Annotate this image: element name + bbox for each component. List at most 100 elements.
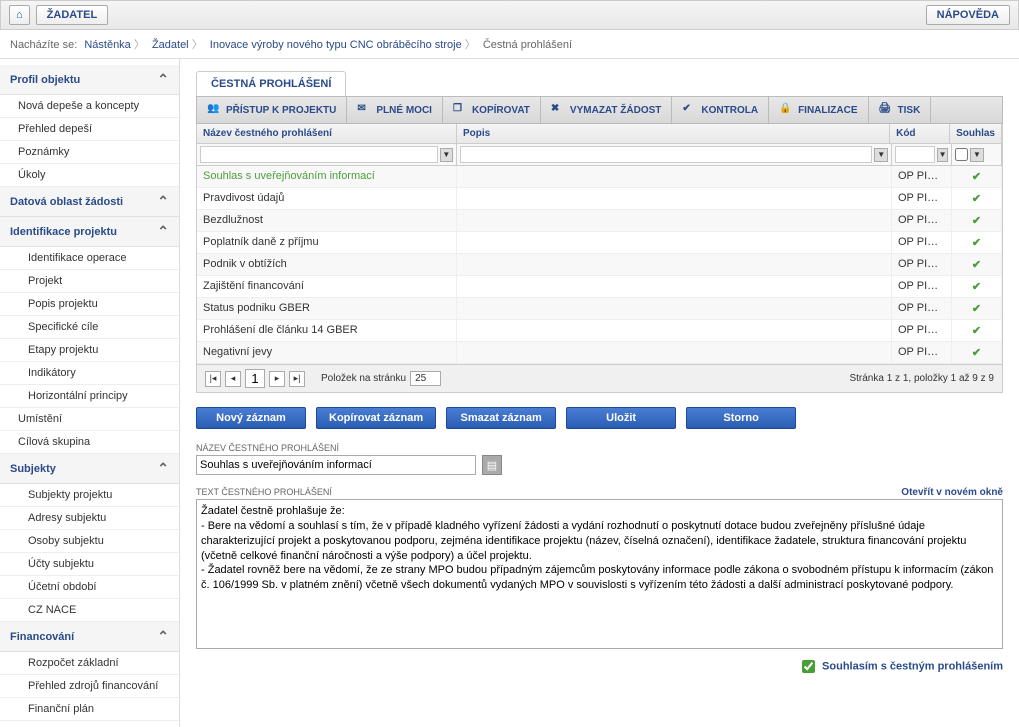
tab-declarations[interactable]: ČESTNÁ PROHLÁŠENÍ bbox=[196, 71, 346, 96]
sidebar-item-tasks[interactable]: Úkoly bbox=[0, 164, 179, 187]
sidebar-item-operation-id[interactable]: Identifikace operace bbox=[0, 247, 179, 270]
save-button[interactable]: Uložit bbox=[566, 407, 676, 429]
declarations-grid: Název čestného prohlášení Popis Kód Souh… bbox=[196, 124, 1003, 393]
cell-agree: ✔ bbox=[952, 320, 1002, 341]
table-row[interactable]: Negativní jevyOP PIK_IN...✔ bbox=[197, 342, 1002, 364]
sidebar-section-financing[interactable]: Financování⌃ bbox=[0, 622, 179, 652]
check-icon: ✔ bbox=[972, 215, 981, 227]
table-row[interactable]: Status podniku GBEROP PIK_IN...✔ bbox=[197, 298, 1002, 320]
cell-desc bbox=[457, 254, 892, 275]
sidebar-item-addresses[interactable]: Adresy subjektu bbox=[0, 507, 179, 530]
sidebar-item-indicators[interactable]: Indikátory bbox=[0, 362, 179, 385]
table-row[interactable]: BezdlužnostOP PIK_IN...✔ bbox=[197, 210, 1002, 232]
pager-prev-button[interactable]: ◂ bbox=[225, 371, 241, 387]
declaration-text-area[interactable] bbox=[196, 499, 1003, 649]
sidebar-item-budget[interactable]: Rozpočet základní bbox=[0, 652, 179, 675]
sidebar-item-accounts[interactable]: Účty subjektu bbox=[0, 553, 179, 576]
home-button[interactable]: ⌂ bbox=[9, 5, 30, 25]
toolbar-check-button[interactable]: ✔KONTROLA bbox=[672, 97, 769, 123]
breadcrumb-item[interactable]: Inovace výroby nového typu CNC obráběcíh… bbox=[210, 39, 462, 51]
pager-page-input[interactable] bbox=[245, 369, 265, 388]
text-field-label: TEXT ČESTNÉHO PROHLÁŠENÍ bbox=[196, 487, 332, 497]
sidebar-item-project-subjects[interactable]: Subjekty projektu bbox=[0, 484, 179, 507]
filter-icon[interactable]: ▼ bbox=[970, 148, 984, 162]
check-icon: ✔ bbox=[972, 281, 981, 293]
pager-summary: Stránka 1 z 1, položky 1 až 9 z 9 bbox=[849, 373, 994, 384]
sidebar-section-subjects[interactable]: Subjekty⌃ bbox=[0, 454, 179, 484]
col-header-desc[interactable]: Popis bbox=[457, 124, 890, 143]
envelope-icon: ✉ bbox=[357, 103, 371, 117]
sidebar-item-location[interactable]: Umístění bbox=[0, 408, 179, 431]
toolbar-print-button[interactable]: 🖨TISK bbox=[869, 97, 932, 123]
col-header-name[interactable]: Název čestného prohlášení bbox=[197, 124, 457, 143]
sidebar-item-horizontal[interactable]: Horizontální principy bbox=[0, 385, 179, 408]
table-row[interactable]: Souhlas s uveřejňováním informacíOP PIK_… bbox=[197, 166, 1002, 188]
sidebar-item-persons[interactable]: Osoby subjektu bbox=[0, 530, 179, 553]
sidebar-item-new-message[interactable]: Nová depeše a koncepty bbox=[0, 95, 179, 118]
filter-icon[interactable]: ▼ bbox=[440, 148, 453, 162]
breadcrumb-sep: 〉 bbox=[192, 39, 203, 51]
table-row[interactable]: Podnik v obtížíchOP PIK_IN...✔ bbox=[197, 254, 1002, 276]
filter-icon[interactable]: ▼ bbox=[874, 148, 888, 162]
cancel-button[interactable]: Storno bbox=[686, 407, 796, 429]
pager-last-button[interactable]: ▸| bbox=[289, 371, 305, 387]
breadcrumb-item[interactable]: Žadatel bbox=[152, 39, 189, 51]
topbar: ⌂ ŽADATEL NÁPOVĚDA bbox=[0, 0, 1019, 30]
sidebar-section-identification[interactable]: Identifikace projektu⌃ bbox=[0, 217, 179, 247]
filter-name-input[interactable] bbox=[200, 146, 438, 163]
open-new-window-link[interactable]: Otevřít v novém okně bbox=[901, 487, 1003, 498]
applicant-button[interactable]: ŽADATEL bbox=[36, 5, 109, 25]
cell-agree: ✔ bbox=[952, 276, 1002, 297]
copy-record-button[interactable]: Kopírovat záznam bbox=[316, 407, 436, 429]
breadcrumb-item[interactable]: Nástěnka bbox=[84, 39, 130, 51]
per-page-select[interactable]: 25 bbox=[410, 371, 441, 386]
cell-desc bbox=[457, 342, 892, 363]
chevron-up-icon: ⌃ bbox=[157, 71, 169, 88]
new-record-button[interactable]: Nový záznam bbox=[196, 407, 306, 429]
cell-name: Bezdlužnost bbox=[197, 210, 457, 231]
agree-checkbox[interactable] bbox=[802, 660, 815, 673]
sidebar-item-financial-plan[interactable]: Finanční plán bbox=[0, 698, 179, 721]
check-icon: ✔ bbox=[682, 103, 696, 117]
sidebar-item-cznace[interactable]: CZ NACE bbox=[0, 599, 179, 622]
cell-code: OP PIK_IN... bbox=[892, 298, 952, 319]
col-header-agree[interactable]: Souhlas bbox=[950, 124, 1002, 143]
sidebar-item-notes[interactable]: Poznámky bbox=[0, 141, 179, 164]
toolbar-proxy-button[interactable]: ✉PLNÉ MOCI bbox=[347, 97, 443, 123]
help-button[interactable]: NÁPOVĚDA bbox=[926, 5, 1010, 25]
toolbar-finalize-button[interactable]: 🔒FINALIZACE bbox=[769, 97, 868, 123]
toolbar-delete-button[interactable]: ✖VYMAZAT ŽÁDOST bbox=[541, 97, 672, 123]
filter-agree-checkbox[interactable] bbox=[955, 148, 968, 161]
table-row[interactable]: Prohlášení dle článku 14 GBEROP PIK_IN..… bbox=[197, 320, 1002, 342]
filter-icon[interactable]: ▼ bbox=[937, 148, 948, 162]
table-row[interactable]: Poplatník daně z příjmuOP PIK_IN...✔ bbox=[197, 232, 1002, 254]
check-icon: ✔ bbox=[972, 347, 981, 359]
lock-icon: 🔒 bbox=[779, 103, 793, 117]
sidebar-item-project[interactable]: Projekt bbox=[0, 270, 179, 293]
sidebar-section-profile[interactable]: Profil objektu⌃ bbox=[0, 65, 179, 95]
sidebar-item-financing-sources[interactable]: Přehled zdrojů financování bbox=[0, 675, 179, 698]
sidebar-item-accounting-period[interactable]: Účetní období bbox=[0, 576, 179, 599]
toolbar-access-button[interactable]: 👥PŘÍSTUP K PROJEKTU bbox=[197, 97, 347, 123]
sidebar-item-target-group[interactable]: Cílová skupina bbox=[0, 431, 179, 454]
toolbar-copy-button[interactable]: ❐KOPÍROVAT bbox=[443, 97, 541, 123]
declaration-name-input[interactable] bbox=[196, 455, 476, 475]
filter-code-input[interactable] bbox=[895, 146, 935, 163]
picker-button[interactable]: ▤ bbox=[482, 455, 502, 475]
sidebar-section-data-area[interactable]: Datová oblast žádosti⌃ bbox=[0, 187, 179, 217]
breadcrumb: Nacházíte se: Nástěnka 〉 Žadatel 〉 Inova… bbox=[0, 30, 1019, 59]
filter-desc-input[interactable] bbox=[460, 146, 872, 163]
sidebar-item-specific-goals[interactable]: Specifické cíle bbox=[0, 316, 179, 339]
breadcrumb-sep: 〉 bbox=[465, 39, 476, 51]
sidebar-item-stages[interactable]: Etapy projektu bbox=[0, 339, 179, 362]
cell-name: Zajištění financování bbox=[197, 276, 457, 297]
delete-record-button[interactable]: Smazat záznam bbox=[446, 407, 556, 429]
sidebar-item-project-desc[interactable]: Popis projektu bbox=[0, 293, 179, 316]
col-header-code[interactable]: Kód bbox=[890, 124, 950, 143]
table-row[interactable]: Zajištění financováníOP PIK_IN...✔ bbox=[197, 276, 1002, 298]
sidebar-item-messages[interactable]: Přehled depeší bbox=[0, 118, 179, 141]
cell-code: OP PIK_IN... bbox=[892, 166, 952, 187]
table-row[interactable]: Pravdivost údajůOP PIK_IN...✔ bbox=[197, 188, 1002, 210]
pager-first-button[interactable]: |◂ bbox=[205, 371, 221, 387]
pager-next-button[interactable]: ▸ bbox=[269, 371, 285, 387]
